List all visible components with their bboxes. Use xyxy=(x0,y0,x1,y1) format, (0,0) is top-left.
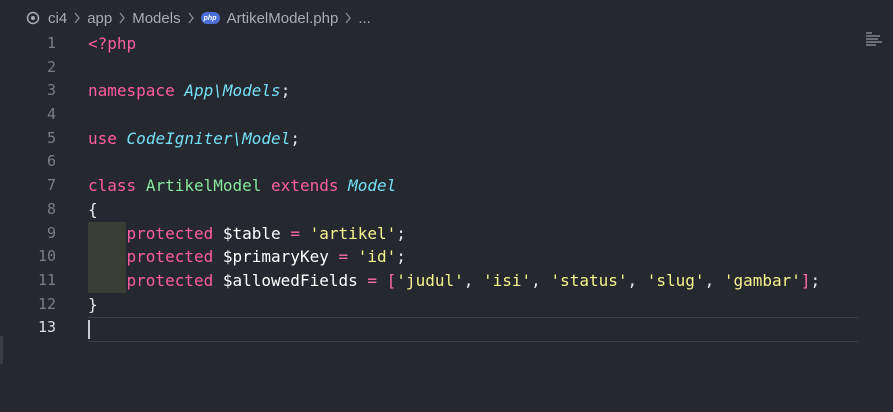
chevron-right-icon xyxy=(187,12,195,24)
variable: $table xyxy=(222,223,281,243)
breadcrumb-item-app[interactable]: app xyxy=(87,10,112,27)
breadcrumb-item-ci4[interactable]: ci4 xyxy=(48,10,67,27)
breadcrumb: ci4 app Models php ArtikelModel.php ... xyxy=(0,0,893,36)
breadcrumb-item-more[interactable]: ... xyxy=(358,10,371,27)
keyword: namespace xyxy=(88,81,175,101)
open-bracket: [ xyxy=(386,270,397,290)
string: 'slug' xyxy=(646,270,705,290)
operator: = xyxy=(338,247,349,267)
namespace-part: CodeIgniter xyxy=(126,128,233,148)
line-number: 11 xyxy=(37,270,56,289)
code-line-3[interactable]: namespace App\Models; xyxy=(88,79,868,103)
line-number: 4 xyxy=(46,105,56,124)
line-number-current: 13 xyxy=(37,318,56,337)
php-open-tag: <?php xyxy=(88,34,137,53)
open-brace: { xyxy=(88,199,98,219)
code-line-13[interactable] xyxy=(88,316,868,340)
string: 'id' xyxy=(357,247,397,267)
parent-class: Model xyxy=(348,176,397,196)
line-number: 8 xyxy=(46,199,56,218)
target-icon xyxy=(26,11,40,25)
code-editor[interactable]: <?php namespace App\Models; use CodeIgni… xyxy=(88,32,868,340)
variable: $primaryKey xyxy=(222,247,329,267)
namespace-part: Model xyxy=(242,128,291,148)
namespace-part: App xyxy=(184,81,214,101)
line-number: 12 xyxy=(37,294,56,313)
keyword: use xyxy=(88,128,117,148)
line-number: 10 xyxy=(37,247,56,266)
close-brace: } xyxy=(88,294,98,314)
semicolon: ; xyxy=(396,223,406,243)
semicolon: ; xyxy=(290,128,300,148)
keyword: protected xyxy=(126,223,214,243)
operator: = xyxy=(290,223,300,243)
code-line-5[interactable]: use CodeIgniter\Model; xyxy=(88,127,868,151)
operator: = xyxy=(367,270,378,290)
namespace-separator: \ xyxy=(232,128,243,148)
breadcrumb-item-models[interactable]: Models xyxy=(132,10,180,27)
string: 'gambar' xyxy=(723,270,801,290)
keyword: extends xyxy=(271,176,339,196)
code-line-4[interactable] xyxy=(88,103,868,127)
string: 'isi' xyxy=(483,270,532,290)
minimap[interactable] xyxy=(866,32,884,54)
line-number: 3 xyxy=(46,81,56,100)
semicolon: ; xyxy=(396,247,406,267)
semicolon: ; xyxy=(280,81,291,101)
line-number: 2 xyxy=(46,57,56,76)
semicolon: ; xyxy=(810,270,821,290)
keyword: protected xyxy=(126,247,214,267)
class-name: ArtikelModel xyxy=(145,176,262,196)
namespace-part: Models xyxy=(222,81,281,101)
code-line-10[interactable]: protected $primaryKey = 'id'; xyxy=(88,245,868,269)
namespace-separator: \ xyxy=(213,81,223,101)
code-line-9[interactable]: protected $table = 'artikel'; xyxy=(88,221,868,246)
chevron-right-icon xyxy=(344,12,352,24)
line-number: 7 xyxy=(46,176,56,195)
line-number: 1 xyxy=(46,34,56,52)
code-line-7[interactable]: class ArtikelModel extends Model xyxy=(88,174,868,198)
keyword: class xyxy=(88,176,137,196)
code-line-2[interactable] xyxy=(88,56,868,80)
keyword: protected xyxy=(126,270,214,290)
scrollbar[interactable] xyxy=(0,336,3,364)
chevron-right-icon xyxy=(118,12,126,24)
chevron-right-icon xyxy=(73,12,81,24)
line-number-gutter: 1 2 3 4 5 6 7 8 9 10 11 12 13 xyxy=(0,32,66,340)
code-line-8[interactable]: { xyxy=(88,198,868,222)
code-line-12[interactable]: } xyxy=(88,293,868,317)
variable: $allowedFields xyxy=(222,270,358,290)
string: 'judul' xyxy=(396,270,464,290)
line-number: 5 xyxy=(46,128,56,147)
code-line-1[interactable]: <?php xyxy=(88,32,868,56)
line-number: 6 xyxy=(46,152,56,171)
php-file-icon: php xyxy=(200,12,220,24)
breadcrumb-item-file[interactable]: ArtikelModel.php xyxy=(227,10,339,27)
close-bracket: ] xyxy=(800,270,811,290)
code-line-6[interactable] xyxy=(88,150,868,174)
string: 'status' xyxy=(550,270,628,290)
string: 'artikel' xyxy=(309,223,397,243)
line-number: 9 xyxy=(46,223,56,242)
code-line-11[interactable]: protected $allowedFields = ['judul', 'is… xyxy=(88,268,868,293)
